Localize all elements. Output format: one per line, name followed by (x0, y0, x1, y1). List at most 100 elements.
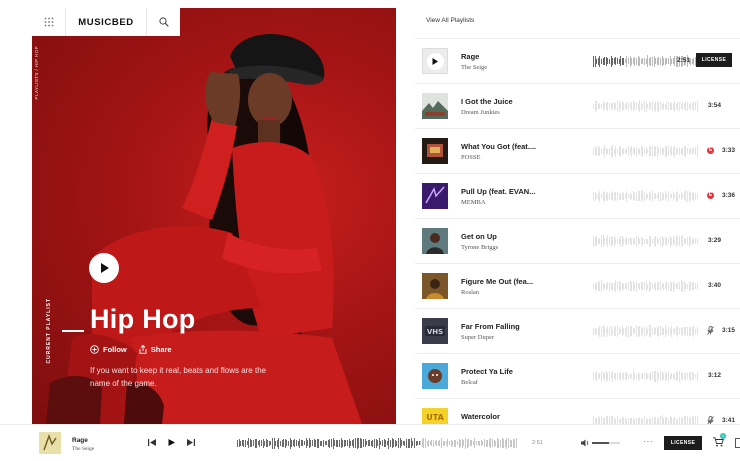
volume-icon[interactable] (581, 439, 590, 447)
share-label: Share (150, 345, 172, 354)
title-dash (62, 330, 84, 332)
grid-icon (44, 17, 53, 27)
player-license-button[interactable]: LICENSE (664, 436, 702, 450)
track-artist[interactable]: Tyrone Briggs (461, 244, 498, 251)
volume-slider[interactable] (592, 442, 620, 444)
track-artwork (422, 228, 448, 254)
track-title: Rage (461, 52, 480, 61)
track-artwork: VHS (422, 318, 448, 344)
track-waveform[interactable] (593, 279, 701, 293)
track-title: Watercolor (461, 412, 500, 421)
view-all-playlists-link[interactable]: View All Playlists (426, 17, 474, 24)
volume-level (592, 442, 609, 444)
track-artwork (422, 273, 448, 299)
play-button[interactable] (168, 439, 175, 446)
track-artwork (422, 93, 448, 119)
brand-logo[interactable]: MUSICBED (66, 17, 146, 28)
track-duration: 3:41 (722, 417, 736, 424)
svg-text:VHS: VHS (427, 328, 443, 336)
explicit-badge: E (707, 147, 714, 154)
track-artist[interactable]: Roslan (461, 289, 479, 296)
track-artist[interactable]: Dream Junkies (461, 109, 500, 116)
player-time: 2:51 (532, 440, 543, 446)
track-duration: 3:29 (708, 237, 722, 244)
player-waveform[interactable] (237, 437, 523, 449)
track-waveform[interactable] (593, 99, 701, 113)
track-row[interactable]: Pull Up (feat. EVAN... MEMBA E 3:36 (415, 173, 740, 218)
track-list: Rage The Seige 2:51 LICENSE I Got the Ju… (415, 38, 740, 443)
current-playlist-label: CURRENT PLAYLIST (46, 298, 52, 364)
queue-panel-toggle[interactable] (735, 438, 740, 448)
next-track-button[interactable] (187, 439, 195, 446)
waveform-bar (696, 145, 698, 157)
track-artist[interactable]: POSSE (461, 154, 481, 161)
play-icon (100, 263, 109, 273)
playlist-description: If you want to keep it real, beats and f… (90, 366, 267, 388)
track-title: Far From Falling (461, 322, 520, 331)
hero-artist-photo (46, 34, 362, 424)
search-icon (158, 17, 169, 27)
waveform-bar (696, 282, 698, 290)
follow-button[interactable]: Follow (90, 345, 127, 354)
menu-grid-button[interactable] (32, 8, 66, 36)
now-playing-artist[interactable]: The Seige (72, 446, 94, 452)
track-row[interactable]: What You Got (feat.... POSSE E 3:33 (415, 128, 740, 173)
track-title: What You Got (feat.... (461, 142, 537, 151)
play-icon (432, 57, 438, 65)
track-duration: 3:40 (708, 282, 722, 289)
track-waveform[interactable] (593, 324, 701, 338)
share-button[interactable]: Share (139, 345, 172, 354)
waveform-bar (515, 438, 517, 448)
track-artwork (422, 363, 448, 389)
waveform-bar (696, 327, 698, 335)
top-nav: MUSICBED (32, 8, 180, 36)
track-title: Protect Ya Life (461, 367, 513, 376)
track-row[interactable]: Get on Up Tyrone Briggs 3:29 (415, 218, 740, 263)
track-waveform[interactable] (593, 234, 701, 248)
track-play-button[interactable] (426, 52, 444, 70)
search-button[interactable] (146, 8, 180, 36)
cart-count-badge: 1 (720, 433, 726, 439)
track-title: Pull Up (feat. EVAN... (461, 187, 536, 196)
track-artist[interactable]: MEMBA (461, 199, 486, 206)
track-artist[interactable]: Belcaf (461, 379, 478, 386)
track-row[interactable]: Figure Me Out (fea... Roslan 3:40 (415, 263, 740, 308)
track-row[interactable]: I Got the Juice Dream Junkies 3:54 (415, 83, 740, 128)
waveform-bar (696, 371, 698, 381)
waveform-bar (696, 100, 698, 112)
breadcrumb: PLAYLISTS / HIP HOP (34, 46, 39, 100)
track-duration: 3:15 (722, 327, 736, 334)
track-artwork (422, 138, 448, 164)
track-row[interactable]: Protect Ya Life Belcaf 3:12 (415, 353, 740, 398)
share-icon (139, 345, 147, 354)
license-button[interactable]: LICENSE (696, 53, 732, 67)
explicit-badge: E (707, 192, 714, 199)
previous-track-button[interactable] (148, 439, 156, 446)
track-waveform[interactable] (593, 189, 701, 203)
hero-play-button[interactable] (89, 253, 119, 283)
now-playing-artwork (39, 432, 61, 454)
track-duration: 2:51 (677, 57, 691, 64)
track-row[interactable]: Rage The Seige 2:51 LICENSE (415, 38, 740, 83)
now-playing-title: Rage (72, 437, 88, 444)
track-artist[interactable]: The Seige (461, 64, 487, 71)
track-waveform[interactable] (593, 144, 701, 158)
track-duration: 3:33 (722, 147, 736, 154)
track-title: Get on Up (461, 232, 497, 241)
track-duration: 3:36 (722, 192, 736, 199)
track-row[interactable]: VHS Far From Falling Super Duper 3:15 (415, 308, 740, 353)
page-title: Hip Hop (90, 304, 196, 334)
track-title: Figure Me Out (fea... (461, 277, 534, 286)
plus-circle-icon (90, 345, 99, 354)
playlist-hero: PLAYLISTS / HIP HOP CURRENT PLAYLIST Hip… (32, 8, 396, 424)
waveform-bar (696, 238, 698, 244)
track-duration: 3:54 (708, 102, 722, 109)
track-artist[interactable]: Super Duper (461, 334, 494, 341)
waveform-bar (696, 193, 698, 199)
more-options-button[interactable]: ··· (643, 437, 654, 446)
instrumental-mic-icon (707, 326, 714, 335)
track-title: I Got the Juice (461, 97, 513, 106)
follow-label: Follow (103, 345, 127, 354)
track-waveform[interactable] (593, 369, 701, 383)
track-artwork (422, 183, 448, 209)
